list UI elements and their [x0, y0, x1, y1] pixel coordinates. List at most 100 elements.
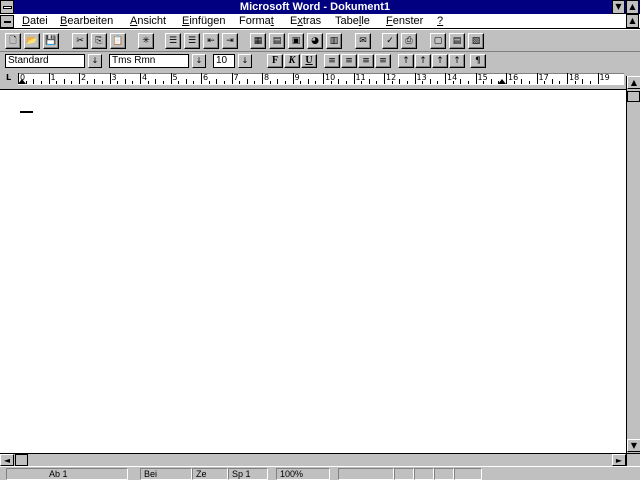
- menu-extras[interactable]: Extras: [290, 14, 321, 28]
- new-document-button[interactable]: 🗋: [5, 33, 21, 49]
- font-select[interactable]: Tms Rmn: [109, 54, 189, 68]
- system-menu-icon: [2, 5, 12, 9]
- numbered-list-button[interactable]: ☰: [165, 33, 181, 49]
- ruler-number: 2: [81, 73, 87, 82]
- ruler-number: 0: [20, 73, 26, 82]
- show-marks-button[interactable]: ¶: [470, 54, 486, 68]
- tab-type-marker[interactable]: L: [6, 74, 11, 82]
- font-size-select[interactable]: 10: [213, 54, 235, 68]
- zoom-100-button[interactable]: ▤: [449, 33, 465, 49]
- ruler-number: 7: [233, 73, 239, 82]
- scroll-down-button[interactable]: ▼: [627, 439, 640, 452]
- spelling-button[interactable]: ✓: [382, 33, 398, 49]
- status-indicator-1: [338, 468, 394, 480]
- font-size-dropdown-button[interactable]: ↓: [238, 54, 252, 68]
- horizontal-scroll-thumb[interactable]: [15, 454, 28, 466]
- save-button[interactable]: 💾: [43, 33, 59, 49]
- ruler-number: 18: [569, 73, 580, 82]
- cut-button[interactable]: ✂: [72, 33, 88, 49]
- style-select[interactable]: Standard: [5, 54, 85, 68]
- menu-help[interactable]: ?: [437, 14, 443, 28]
- table-icon: ▦: [253, 35, 263, 46]
- scroll-up-button[interactable]: ▲: [627, 76, 640, 89]
- menu-datei[interactable]: Datei: [22, 14, 48, 28]
- open-button[interactable]: 📂: [24, 33, 40, 49]
- pilcrow-icon: ¶: [475, 55, 481, 66]
- envelope-button[interactable]: ✉: [355, 33, 371, 49]
- menu-format[interactable]: Format: [239, 14, 274, 28]
- insert-drawing-button[interactable]: ◕: [307, 33, 323, 49]
- align-left-icon: ≡: [328, 55, 336, 66]
- format-painter-button[interactable]: ✳: [138, 33, 154, 49]
- style-dropdown-button[interactable]: ↓: [88, 54, 102, 68]
- system-menu-button[interactable]: [0, 0, 14, 14]
- bold-label: F: [271, 55, 279, 66]
- ruler-ticks: [18, 73, 599, 84]
- status-indicator-3: [414, 468, 434, 480]
- document-area[interactable]: [0, 91, 626, 453]
- minimize-button[interactable]: ▼: [612, 0, 625, 14]
- zoom-whole-page-button[interactable]: ▢: [430, 33, 446, 49]
- justify-icon: ≡: [379, 55, 387, 66]
- align-right-icon: ≡: [362, 55, 370, 66]
- envelope-icon: ✉: [359, 35, 367, 46]
- ruler-number: 14: [447, 73, 458, 82]
- insert-table-button[interactable]: ▦: [250, 33, 266, 49]
- copy-button[interactable]: ⎘: [91, 33, 107, 49]
- status-indicator-5: [454, 468, 482, 480]
- paste-button[interactable]: 📋: [110, 33, 126, 49]
- bullet-list-button[interactable]: ☰: [184, 33, 200, 49]
- horizontal-scrollbar[interactable]: ◄ ►: [0, 453, 626, 466]
- folder-open-icon: 📂: [26, 35, 38, 46]
- tab-left-button[interactable]: ↑: [398, 54, 414, 68]
- align-center-button[interactable]: ≡: [341, 54, 357, 68]
- vertical-scrollbar[interactable]: ▲ ▼: [626, 76, 640, 453]
- underline-button[interactable]: U: [301, 54, 317, 68]
- new-document-icon: 🗋: [9, 35, 17, 46]
- menu-tabelle[interactable]: Tabelle: [335, 14, 370, 28]
- justify-button[interactable]: ≡: [375, 54, 391, 68]
- ruler-number: 1: [50, 73, 56, 82]
- ruler[interactable]: L 0 1 2 3 4 5 6 7 8 9 10 11 12 13 14 15 16 17 18 19: [0, 70, 640, 90]
- status-indicator-2: [394, 468, 414, 480]
- maximize-button[interactable]: ▲: [626, 0, 639, 14]
- formatting-toolbar: Standard ↓ Tms Rmn ↓ 10 ↓ F K U ≡ ≡ ≡ ≡ …: [0, 52, 640, 70]
- align-right-button[interactable]: ≡: [358, 54, 374, 68]
- increase-indent-button[interactable]: ⇥: [222, 33, 238, 49]
- tab-right-icon: ↑: [436, 55, 444, 66]
- ruler-number: 15: [477, 73, 488, 82]
- insert-frame-button[interactable]: ▣: [288, 33, 304, 49]
- vertical-scroll-thumb[interactable]: [627, 91, 640, 102]
- tab-right-button[interactable]: ↑: [432, 54, 448, 68]
- ruler-number: 5: [172, 73, 178, 82]
- menu-einfuegen[interactable]: Einfügen: [182, 14, 225, 28]
- menu-bearbeiten[interactable]: Bearbeiten: [60, 14, 113, 28]
- decrease-indent-button[interactable]: ⇤: [203, 33, 219, 49]
- zoom-page-width-button[interactable]: ▧: [468, 33, 484, 49]
- restore-document-button[interactable]: ▲: [626, 14, 639, 28]
- font-dropdown-button[interactable]: ↓: [192, 54, 206, 68]
- page-width-icon: ▧: [471, 35, 481, 46]
- bold-button[interactable]: F: [267, 54, 283, 68]
- outdent-icon: ⇤: [207, 35, 215, 46]
- insert-chart-button[interactable]: ▥: [326, 33, 342, 49]
- spell-check-icon: ✓: [386, 35, 394, 46]
- menu-ansicht[interactable]: Ansicht: [130, 14, 166, 28]
- tab-center-button[interactable]: ↑: [415, 54, 431, 68]
- columns-button[interactable]: ▤: [269, 33, 285, 49]
- italic-button[interactable]: K: [284, 54, 300, 68]
- italic-label: K: [288, 55, 296, 66]
- status-zoom: 100%: [276, 468, 330, 480]
- align-left-button[interactable]: ≡: [324, 54, 340, 68]
- status-line: Ze: [192, 468, 228, 480]
- tab-decimal-button[interactable]: ↑: [449, 54, 465, 68]
- scroll-left-button[interactable]: ◄: [0, 454, 14, 466]
- tab-left-icon: ↑: [402, 55, 410, 66]
- whole-page-icon: ▢: [433, 35, 443, 46]
- scroll-right-button[interactable]: ►: [612, 454, 626, 466]
- standard-toolbar: 🗋 📂 💾 ✂ ⎘ 📋 ✳ ☰ ☰ ⇤ ⇥ ▦ ▤ ▣ ◕ ▥ ✉ ✓ ⎙ ▢ …: [0, 30, 640, 52]
- print-button[interactable]: ⎙: [401, 33, 417, 49]
- title-bar[interactable]: Microsoft Word - Dokument1 ▼ ▲: [0, 0, 640, 14]
- menu-fenster[interactable]: Fenster: [386, 14, 423, 28]
- document-menu-button[interactable]: [0, 15, 14, 28]
